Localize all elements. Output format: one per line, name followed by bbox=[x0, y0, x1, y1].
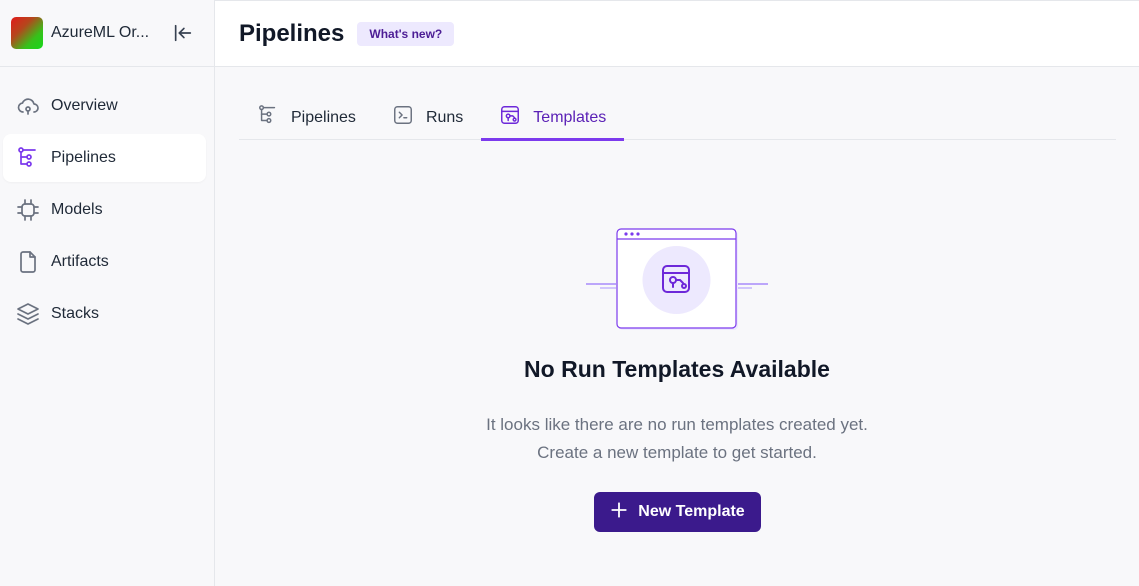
sidebar-item-label: Overview bbox=[51, 97, 118, 114]
sidebar-nav: Overview Pipelines Models Artifacts Stac… bbox=[0, 67, 214, 338]
org-switcher[interactable]: AzureML Or... bbox=[0, 0, 214, 67]
empty-state-illustration bbox=[586, 228, 768, 330]
whats-new-button[interactable]: What's new? bbox=[357, 21, 455, 46]
page-title: Pipelines bbox=[239, 19, 345, 47]
sidebar-item-label: Artifacts bbox=[51, 253, 109, 270]
sidebar-item-pipelines[interactable]: Pipelines bbox=[3, 134, 206, 182]
sidebar-item-label: Pipelines bbox=[51, 149, 116, 166]
empty-state-description: It looks like there are no run templates… bbox=[215, 411, 1139, 467]
empty-state-title: No Run Templates Available bbox=[524, 356, 830, 382]
template-icon bbox=[499, 104, 521, 131]
new-template-label: New Template bbox=[638, 503, 745, 520]
sidebar-item-label: Models bbox=[51, 201, 103, 218]
org-name: AzureML Or... bbox=[51, 24, 150, 41]
new-template-button[interactable]: New Template bbox=[594, 492, 761, 532]
tab-label: Runs bbox=[425, 108, 464, 126]
pipeline-icon bbox=[16, 146, 40, 170]
empty-state-line-2: Create a new template to get started. bbox=[537, 443, 817, 462]
sidebar-item-artifacts[interactable]: Artifacts bbox=[3, 238, 206, 286]
terminal-icon bbox=[392, 104, 414, 131]
tab-bar: Pipelines Runs Templates bbox=[239, 95, 1116, 141]
sidebar-item-overview[interactable]: Overview bbox=[3, 82, 206, 130]
layers-icon bbox=[16, 302, 40, 326]
tab-label: Templates bbox=[533, 108, 607, 126]
tab-templates[interactable]: Templates bbox=[481, 95, 625, 141]
cloud-icon bbox=[16, 94, 40, 118]
org-avatar bbox=[11, 17, 43, 49]
collapse-sidebar-icon[interactable] bbox=[171, 21, 195, 45]
tab-runs[interactable]: Runs bbox=[374, 95, 481, 140]
plus-icon bbox=[610, 501, 628, 524]
page-header: Pipelines What's new? bbox=[215, 0, 1139, 67]
file-icon bbox=[16, 250, 40, 274]
sidebar-item-models[interactable]: Models bbox=[3, 186, 206, 234]
main-content: Pipelines Runs Templates No Run Template… bbox=[215, 67, 1139, 586]
tab-pipelines[interactable]: Pipelines bbox=[239, 95, 374, 140]
sidebar: AzureML Or... Overview Pipelines Models … bbox=[0, 0, 215, 586]
tab-label: Pipelines bbox=[291, 108, 356, 126]
sidebar-item-label: Stacks bbox=[51, 305, 100, 322]
empty-state-line-1: It looks like there are no run templates… bbox=[486, 415, 868, 434]
pipeline-icon bbox=[257, 103, 279, 132]
chip-icon bbox=[16, 198, 40, 222]
sidebar-item-stacks[interactable]: Stacks bbox=[3, 290, 206, 338]
